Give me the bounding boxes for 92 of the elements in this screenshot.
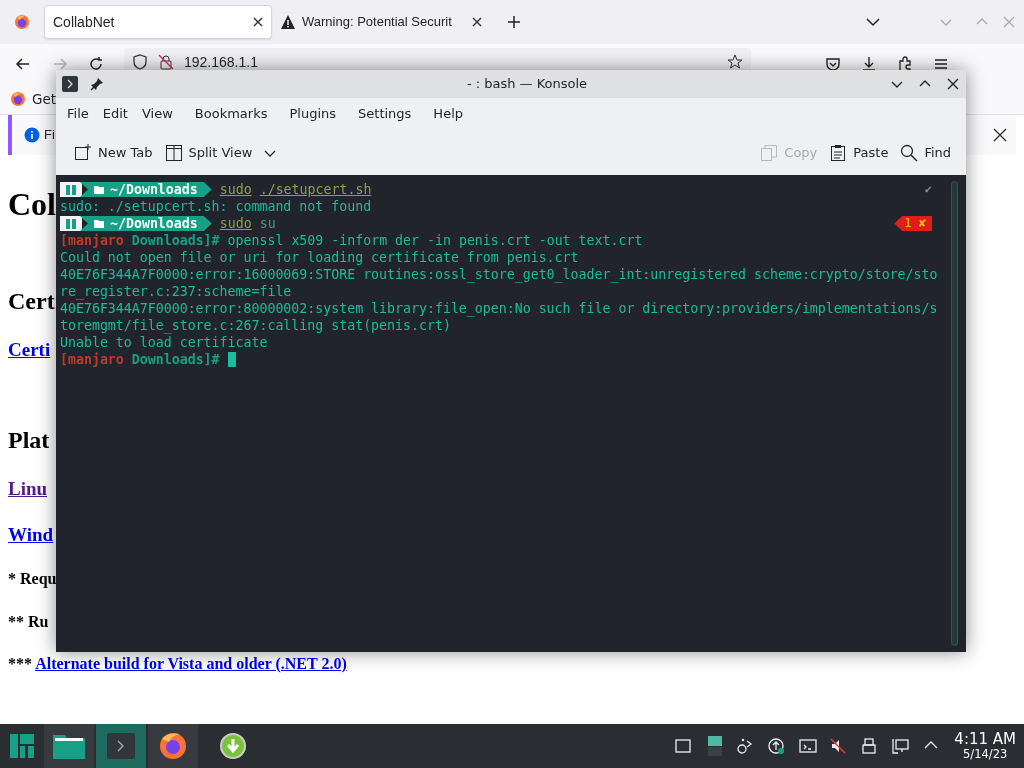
terminal-output: Could not open file or uri for loading certificate from penis.crt <box>60 249 579 266</box>
wired-network-icon[interactable] <box>892 738 911 754</box>
note-text: *** <box>8 654 32 672</box>
prompt-path: ~/Downloads <box>80 182 212 197</box>
terminal-output: toremgmt/file_store.c:267:calling stat(penis.crt) <box>60 317 451 334</box>
clipboard-icon <box>829 143 848 162</box>
pin-icon[interactable] <box>90 77 104 91</box>
download-link[interactable]: Alternate build for Vista and older (.NET 2.0) <box>35 654 347 672</box>
browser-tab[interactable]: Warning: Potential Securit <box>272 5 490 39</box>
close-icon[interactable] <box>251 15 265 29</box>
toolbar-button[interactable]: Find <box>894 138 958 167</box>
command-text: sudo <box>219 215 252 232</box>
lock-icon <box>158 54 174 70</box>
terminal-output: 40E76F344A7F0000:error:16000069:STORE routines:ossl_store_get0_loader_int:unregistered scheme:crypto/store/sto <box>60 266 938 283</box>
terminal-icon <box>107 733 135 759</box>
close-icon[interactable] <box>992 127 1008 143</box>
command-text: sudo <box>219 181 252 198</box>
section-heading: Cert <box>8 288 55 315</box>
close-icon[interactable] <box>946 77 960 91</box>
menu-item[interactable]: File <box>60 104 96 124</box>
address-bar[interactable]: 192.168.1.1 <box>124 48 751 70</box>
search-icon <box>900 143 919 162</box>
download-link[interactable]: Certi <box>8 339 51 361</box>
new-tab-icon <box>74 143 92 162</box>
back-icon[interactable] <box>15 56 31 72</box>
pager-icon[interactable] <box>706 736 725 756</box>
logo-icon[interactable] <box>10 734 34 758</box>
clock-date[interactable]: 5/14/23 <box>954 747 1016 760</box>
prompt-directory: Downloads]# <box>131 351 220 368</box>
split-view-icon <box>164 143 183 162</box>
section-heading: Plat <box>8 427 50 453</box>
pocket-icon[interactable] <box>825 56 841 72</box>
terminal-output: 40E76F344A7F0000:error:80000002:system library:file_open:No such file or directory:providers/implementations/s <box>60 300 938 317</box>
close-icon[interactable] <box>470 15 484 29</box>
update-icon[interactable] <box>768 738 787 754</box>
menu-item[interactable]: View <box>134 104 180 124</box>
star-icon[interactable] <box>727 54 743 70</box>
menu-item[interactable]: Settings <box>351 104 419 124</box>
terminal-output: Unable to load certificate <box>60 334 268 351</box>
desktop-icon[interactable] <box>675 738 694 754</box>
firefox-logo-icon <box>158 731 188 761</box>
download-link[interactable]: Wind <box>8 523 54 545</box>
menu-item[interactable]: Help <box>426 104 470 124</box>
taskbar-button[interactable] <box>44 724 94 768</box>
window-title: - : bash — Konsole <box>465 75 589 94</box>
menu-icon[interactable] <box>933 56 949 72</box>
note-text: * Requ <box>8 570 57 588</box>
prompt-user: [manjaro <box>60 232 124 249</box>
firefox-logo-icon <box>10 91 26 107</box>
menu-item[interactable]: Edit <box>95 104 135 124</box>
scrollbar[interactable] <box>951 181 958 646</box>
download-icon <box>220 733 246 759</box>
toolbar-button[interactable]: Split View <box>158 138 283 167</box>
menu-item[interactable]: Bookmarks <box>187 104 275 124</box>
url-text: 192.168.1.1 <box>184 54 259 70</box>
download-icon[interactable] <box>861 56 877 72</box>
terminal-output: re_register.c:237:scheme=file <box>60 283 292 300</box>
prompt-path: ~/Downloads <box>80 216 212 231</box>
shield-icon <box>132 54 148 70</box>
warning-icon <box>280 14 296 30</box>
firefox-logo-icon[interactable] <box>14 14 30 30</box>
command-text: openssl x509 -inform der -in penis.crt -out text.crt <box>227 232 643 249</box>
folder-icon <box>53 733 85 759</box>
success-status-icon: ✔ <box>924 181 932 198</box>
page-title: Col <box>8 186 56 222</box>
notification-text: Fi <box>44 126 55 145</box>
menu-item[interactable]: Plugins <box>282 104 344 124</box>
terminal-icon <box>62 76 78 92</box>
argument-text: ./setupcert.sh <box>259 181 372 198</box>
new-tab-icon[interactable] <box>506 14 522 30</box>
folder-icon <box>94 219 104 228</box>
toolbar-button[interactable]: Paste <box>823 138 895 167</box>
reload-icon[interactable] <box>88 56 104 72</box>
argument-text: su <box>259 215 276 232</box>
copy-icon <box>760 143 779 162</box>
browser-tab[interactable]: CollabNet <box>44 5 272 39</box>
console-icon[interactable] <box>799 738 818 754</box>
tab-title: Warning: Potential Securit <box>302 13 453 32</box>
taskbar-button[interactable] <box>148 724 198 768</box>
prompt-user: [manjaro <box>60 351 124 368</box>
toolbar-button[interactable]: New Tab <box>68 138 159 167</box>
terminal-output: sudo: ./setupcert.sh: command not found <box>60 198 372 215</box>
note-text: ** Ru <box>8 612 49 630</box>
folder-icon <box>94 185 104 194</box>
error-status-badge: 1 ✘ <box>894 216 932 231</box>
tab-title: CollabNet <box>53 12 116 32</box>
clock-time[interactable]: 4:11 AM <box>954 732 1016 748</box>
bookmark-link[interactable]: Get <box>32 88 57 110</box>
download-link[interactable]: Linu <box>8 477 48 499</box>
info-icon <box>24 127 40 143</box>
prompt-directory: Downloads]# <box>131 232 220 249</box>
puzzle-icon[interactable] <box>897 56 913 72</box>
